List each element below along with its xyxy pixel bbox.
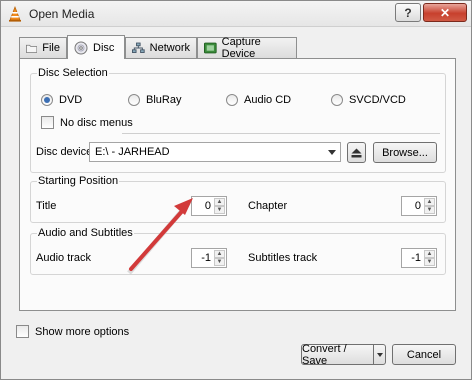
show-more-options-checkbox[interactable] <box>16 325 29 338</box>
capture-device-icon <box>204 42 217 54</box>
audio-track-spinbox[interactable]: -1 ▲ ▼ <box>191 248 227 268</box>
chapter-spinbox[interactable]: 0 ▲ ▼ <box>401 196 437 216</box>
no-disc-menus-option[interactable]: No disc menus <box>41 116 133 129</box>
help-button[interactable]: ? <box>395 3 421 22</box>
tab-disc-label: Disc <box>93 41 115 54</box>
tab-network-label: Network <box>149 42 190 54</box>
convert-save-dropdown[interactable] <box>373 344 386 365</box>
chapter-label: Chapter <box>248 200 288 212</box>
spin-up-icon[interactable]: ▲ <box>424 250 435 258</box>
subtitles-track-label: Subtitles track <box>248 252 318 264</box>
title-spinbox-value: 0 <box>204 200 211 212</box>
spin-down-icon[interactable]: ▼ <box>214 258 225 266</box>
audio-track-spin-arrows[interactable]: ▲ ▼ <box>214 250 225 266</box>
chapter-spinbox-value: 0 <box>414 200 421 212</box>
cancel-button[interactable]: Cancel <box>392 344 456 365</box>
folder-icon <box>26 44 38 53</box>
tab-disc[interactable]: Disc <box>67 35 125 59</box>
chevron-down-icon <box>376 352 383 357</box>
starting-position-title: Starting Position <box>37 175 120 187</box>
radio-svcd-vcd[interactable]: SVCD/VCD <box>331 94 406 106</box>
disc-selection-title: Disc Selection <box>37 67 109 79</box>
radio-dvd-label: DVD <box>59 94 83 106</box>
convert-save-button[interactable]: Convert / Save <box>301 343 374 367</box>
radio-dvd[interactable]: DVD <box>41 94 82 106</box>
show-more-options[interactable]: Show more options <box>16 325 129 338</box>
radio-bluray-indicator[interactable] <box>128 94 140 106</box>
window-title: Open Media <box>29 7 95 21</box>
show-more-options-label: Show more options <box>35 325 130 338</box>
vlc-cone-icon <box>9 6 21 22</box>
title-spin-arrows[interactable]: ▲ ▼ <box>214 198 225 214</box>
spin-down-icon[interactable]: ▼ <box>214 206 225 214</box>
tab-network[interactable]: Network <box>125 37 197 58</box>
spin-down-icon[interactable]: ▼ <box>424 206 435 214</box>
radio-audio-cd[interactable]: Audio CD <box>226 94 291 106</box>
spin-up-icon[interactable]: ▲ <box>424 198 435 206</box>
no-disc-menus-checkbox[interactable] <box>41 116 54 129</box>
disc-panel: Disc Selection DVD BluRay Audio CD SVCD/… <box>19 58 456 311</box>
radio-dvd-indicator[interactable] <box>41 94 53 106</box>
subtitles-track-value: -1 <box>411 252 421 264</box>
audio-track-label: Audio track <box>36 252 92 264</box>
subtitles-track-spin-arrows[interactable]: ▲ ▼ <box>424 250 435 266</box>
radio-audio-cd-indicator[interactable] <box>226 94 238 106</box>
spin-up-icon[interactable]: ▲ <box>214 250 225 258</box>
browse-button[interactable]: Browse... <box>373 142 437 163</box>
title-spinbox[interactable]: 0 ▲ ▼ <box>191 196 227 216</box>
tab-file-label: File <box>42 42 60 54</box>
open-media-dialog: Open Media ? ✕ File Disc Network Capture… <box>0 0 472 380</box>
audio-subtitles-group: Audio and Subtitles Audio track -1 ▲ ▼ S… <box>30 227 446 275</box>
tab-file[interactable]: File <box>19 37 67 58</box>
disc-icon <box>74 41 88 54</box>
eject-button[interactable] <box>347 142 366 163</box>
separator <box>122 133 440 134</box>
chevron-down-icon <box>328 150 336 155</box>
disc-device-label: Disc device <box>36 146 93 158</box>
tab-capture-device[interactable]: Capture Device <box>197 36 297 60</box>
disc-device-value: E:\ - JARHEAD <box>95 146 170 158</box>
radio-bluray[interactable]: BluRay <box>128 94 181 106</box>
tab-capture-device-label: Capture Device <box>221 36 261 60</box>
close-button[interactable]: ✕ <box>423 3 467 22</box>
audio-subtitles-title: Audio and Subtitles <box>37 227 134 239</box>
spin-up-icon[interactable]: ▲ <box>214 198 225 206</box>
spin-down-icon[interactable]: ▼ <box>424 258 435 266</box>
disc-device-select[interactable]: E:\ - JARHEAD <box>89 142 341 162</box>
radio-audio-cd-label: Audio CD <box>244 94 292 106</box>
radio-svcd-vcd-label: SVCD/VCD <box>349 94 406 106</box>
eject-icon <box>351 148 362 157</box>
radio-svcd-vcd-indicator[interactable] <box>331 94 343 106</box>
network-icon <box>132 42 145 53</box>
no-disc-menus-label: No disc menus <box>60 116 133 129</box>
title-bar[interactable]: Open Media ? ✕ <box>1 1 471 27</box>
subtitles-track-spinbox[interactable]: -1 ▲ ▼ <box>401 248 437 268</box>
audio-track-value: -1 <box>201 252 211 264</box>
starting-position-group: Starting Position Title 0 ▲ ▼ Chapter 0 … <box>30 175 446 223</box>
radio-bluray-label: BluRay <box>146 94 182 106</box>
chapter-spin-arrows[interactable]: ▲ ▼ <box>424 198 435 214</box>
title-label: Title <box>36 200 57 212</box>
